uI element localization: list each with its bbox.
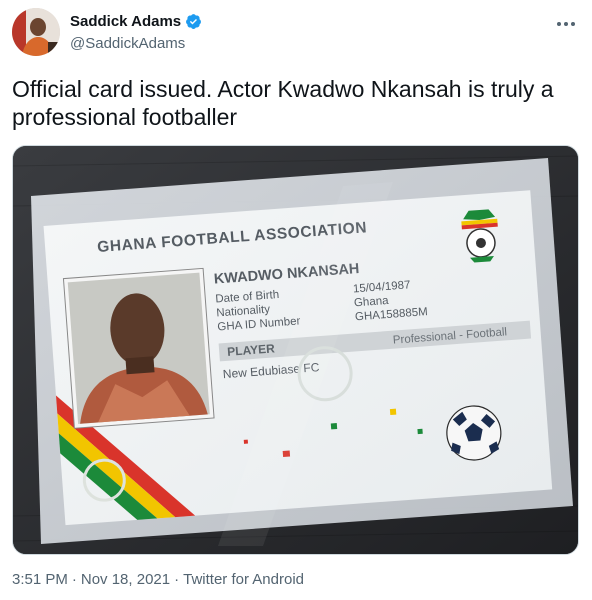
- tweet-time[interactable]: 3:51 PM: [12, 571, 68, 588]
- more-options-icon[interactable]: [554, 14, 578, 34]
- tweet-meta: 3:51 PM · Nov 18, 2021 · Twitter for And…: [12, 571, 304, 588]
- card-value-nationality: Ghana: [354, 295, 390, 310]
- tweet-card: Saddick Adams @SaddickAdams Official car…: [0, 0, 592, 600]
- author-name-row[interactable]: Saddick Adams: [70, 13, 202, 30]
- author-handle[interactable]: @SaddickAdams: [70, 35, 185, 52]
- meta-separator: ·: [71, 571, 77, 588]
- tweet-photo[interactable]: GHANA FOOTBALL ASSOCIATION KWADWO NKANSA…: [12, 145, 579, 555]
- tweet-text: Official card issued. Actor Kwadwo Nkans…: [12, 76, 554, 130]
- tweet-date[interactable]: Nov 18, 2021: [81, 571, 170, 588]
- avatar-image: [12, 8, 60, 56]
- id-card-photo: GHANA FOOTBALL ASSOCIATION KWADWO NKANSA…: [13, 146, 578, 554]
- verified-badge-icon: [185, 13, 202, 30]
- author-avatar[interactable]: [12, 8, 60, 56]
- meta-separator: ·: [174, 571, 180, 588]
- tweet-source[interactable]: Twitter for Android: [183, 571, 304, 588]
- author-name[interactable]: Saddick Adams: [70, 13, 181, 30]
